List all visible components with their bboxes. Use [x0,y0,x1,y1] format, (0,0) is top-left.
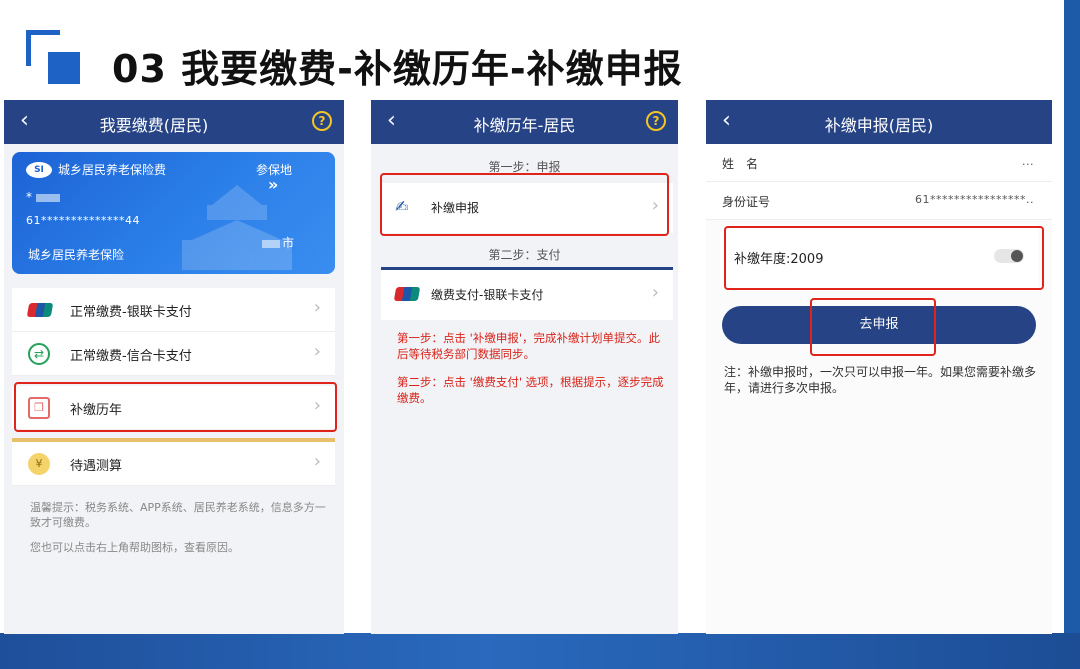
calc-menu: ¥ 待遇测算 › [12,442,335,486]
slide-title: 03 我要缴费-补缴历年-补缴申报 [112,47,683,91]
insured-id-number: 61**************44 [26,214,140,227]
id-value: 61****************.. [915,193,1034,206]
slide-title-icon [26,30,82,86]
insured-person: * [26,190,60,204]
year-label: 补缴年度:2009 [734,252,824,267]
xinhe-icon: ⇄ [28,343,50,365]
slide-bottom-band [0,633,1080,669]
menu-item-unionpay[interactable]: 正常缴费-银联卡支付 › [12,288,335,332]
phone-screen-pay-resident: ‹ 我要缴费(居民) ? SI 城乡居民养老保险费 参保地 » * 61****… [4,100,344,634]
declare-icon: ✍ [395,197,409,216]
chevron-right-icon: › [651,195,659,216]
step2-instruction: 第二步：点击 '缴费支付' 选项，根据提示，逐步完成缴费。 [397,375,664,405]
declare-button[interactable]: 去申报 [722,306,1036,344]
step1-label: 第一步：申报 [488,160,561,174]
back-payment-menu: ❐ 补缴历年 › [12,386,335,430]
help-icon[interactable]: ? [312,111,332,131]
menu-item-label: 正常缴费-信合卡支付 [70,349,192,364]
menu-item-label: 正常缴费-银联卡支付 [70,305,192,320]
page-title: 补缴历年-居民 [473,116,576,135]
year-selector-row[interactable]: 补缴年度:2009 [720,224,1038,288]
payment-menu: 正常缴费-银联卡支付 › ⇄ 正常缴费-信合卡支付 › [12,288,335,376]
row-label: 缴费支付-银联卡支付 [431,288,544,302]
step2-label: 第二步：支付 [488,248,561,262]
unionpay-icon [26,303,54,317]
name-label: 姓 名 [722,157,759,171]
chevron-right-icon: › [313,341,321,362]
help-icon[interactable]: ? [646,111,666,131]
menu-item-benefit-calc[interactable]: ¥ 待遇测算 › [12,442,335,486]
row-unionpay-payment[interactable]: 缴费支付-银联卡支付 › [381,270,673,320]
page-title: 补缴申报(居民) [824,116,934,135]
pagoda-watermark-icon [182,185,292,270]
insured-city: 市 [262,234,294,251]
page-title: 我要缴费(居民) [99,116,209,135]
menu-item-back-payment[interactable]: ❐ 补缴历年 › [12,386,335,430]
chevron-right-icon: › [651,282,659,303]
insurance-card[interactable]: SI 城乡居民养老保险费 参保地 » * 61**************44 … [12,152,335,274]
calculator-icon: ¥ [28,453,50,475]
slide-right-bar [1064,0,1080,669]
social-insurance-logo-icon: SI [26,162,52,178]
insurance-type: 城乡居民养老保险 [28,248,125,262]
chevron-right-icon: › [313,395,321,416]
phone-screen-declare: ‹ 补缴申报(居民) 姓 名 ... 身份证号 61**************… [706,100,1052,634]
insurance-name: 城乡居民养老保险费 [58,163,167,177]
phone-screen-back-payment: ‹ 补缴历年-居民 ? 第一步：申报 ✍ 补缴申报 › 第二步：支付 缴费支付-… [371,100,678,634]
name-value: ... [1022,155,1034,168]
row-label: 补缴申报 [431,201,480,215]
bujiao-icon: ❐ [28,397,50,419]
navbar: ‹ 补缴申报(居民) [706,100,1052,144]
year-toggle[interactable] [994,249,1024,263]
navbar: ‹ 我要缴费(居民) ? [4,100,344,144]
menu-item-xinhe[interactable]: ⇄ 正常缴费-信合卡支付 › [12,332,335,376]
row-back-payment-declare[interactable]: ✍ 补缴申报 › [381,183,673,233]
tip-text: 温馨提示：税务系统、APP系统、居民养老系统，信息多方一致才可缴费。 [30,501,326,529]
menu-item-label: 补缴历年 [70,403,123,418]
tip-text-help: 您也可以点击右上角帮助图标，查看原因。 [30,541,239,554]
step1-instruction: 第一步：点击 '补缴申报'，完成补缴计划单提交。此后等待税务部门数据同步。 [397,331,660,361]
id-row: 身份证号 61****************.. [706,182,1052,220]
navbar: ‹ 补缴历年-居民 ? [371,100,678,144]
id-label: 身份证号 [722,195,771,209]
menu-item-label: 待遇测算 [70,459,123,474]
unionpay-icon [393,287,421,301]
double-chevron-icon[interactable]: » [268,175,278,194]
chevron-right-icon: › [313,451,321,472]
chevron-right-icon: › [313,297,321,318]
declare-note: 注：补缴申报时，一次只可以申报一年。如果您需要补缴多年，请进行多次申报。 [724,365,1037,395]
name-row: 姓 名 ... [706,144,1052,182]
